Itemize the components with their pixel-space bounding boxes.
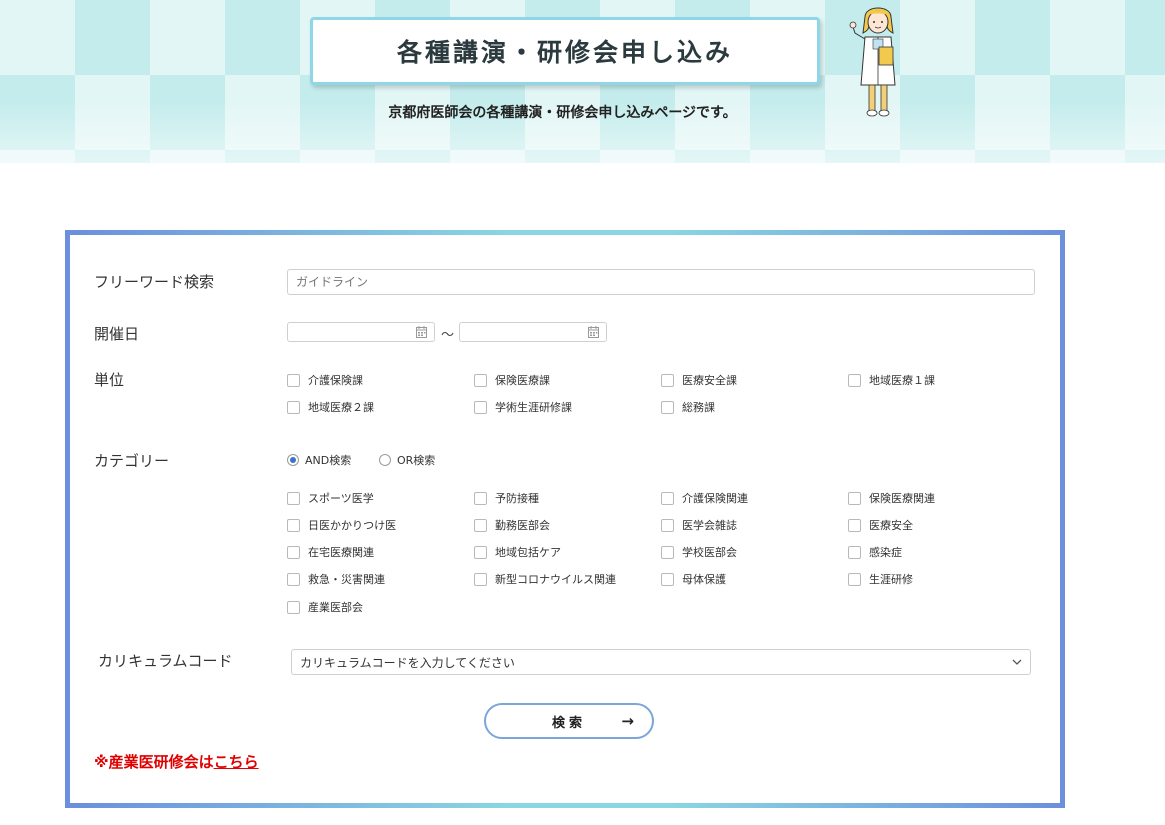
checkbox-box[interactable] (848, 545, 861, 559)
freeword-search-input[interactable] (287, 269, 1035, 295)
category-checkbox[interactable]: 学校医部会 (661, 544, 737, 560)
checkbox-box[interactable] (474, 518, 487, 532)
checkbox-box[interactable] (287, 572, 300, 586)
checkbox-box[interactable] (661, 545, 674, 559)
category-checkbox[interactable]: 感染症 (848, 544, 902, 560)
checkbox-box[interactable] (661, 572, 674, 586)
category-checkbox[interactable]: 生涯研修 (848, 571, 913, 587)
unit-checkbox[interactable]: 総務課 (661, 399, 715, 415)
date-to-input[interactable] (459, 322, 607, 342)
search-button-label: 検索 (551, 715, 586, 731)
freeword-label: フリーワード検索 (94, 273, 215, 291)
arrow-right-icon: → (621, 712, 634, 730)
curriculum-label: カリキュラムコード (98, 652, 233, 670)
calendar-icon[interactable] (416, 326, 427, 338)
and-search-radio[interactable]: AND検索 (287, 452, 351, 468)
date-label: 開催日 (94, 325, 140, 343)
unit-checkbox[interactable]: 地域医療１課 (848, 372, 935, 388)
checkbox-box[interactable] (474, 400, 487, 414)
search-form-frame: フリーワード検索 開催日 〜 (65, 230, 1065, 808)
page-subtitle: 京都府医師会の各種講演・研修会申し込みページです。 (388, 105, 737, 121)
chevron-down-icon (1012, 659, 1022, 665)
category-checkbox[interactable]: 産業医部会 (287, 599, 363, 615)
unit-checkbox[interactable]: 介護保険課 (287, 372, 363, 388)
date-separator: 〜 (441, 328, 455, 343)
checkbox-box[interactable] (474, 545, 487, 559)
checkbox-box[interactable] (287, 518, 300, 532)
checkbox-box[interactable] (287, 400, 300, 414)
category-checkbox[interactable]: 在宅医療関連 (287, 544, 374, 560)
checkbox-box[interactable] (661, 518, 674, 532)
checkbox-box[interactable] (474, 572, 487, 586)
unit-checkbox[interactable]: 医療安全課 (661, 372, 737, 388)
checkbox-box[interactable] (848, 373, 861, 387)
category-checkbox[interactable]: 新型コロナウイルス関連 (474, 571, 616, 587)
checkbox-box[interactable] (287, 600, 300, 614)
date-from-input[interactable] (287, 322, 435, 342)
checkbox-box[interactable] (848, 491, 861, 505)
page-title: 各種講演・研修会申し込み (310, 17, 820, 85)
category-checkbox[interactable]: 地域包括ケア (474, 544, 561, 560)
unit-label: 単位 (94, 371, 125, 389)
calendar-icon[interactable] (588, 326, 599, 338)
checkbox-box[interactable] (848, 518, 861, 532)
curriculum-code-select[interactable]: カリキュラムコードを入力してください (291, 649, 1031, 675)
checkbox-box[interactable] (661, 400, 674, 414)
checkbox-box[interactable] (661, 491, 674, 505)
checkbox-box[interactable] (287, 545, 300, 559)
unit-checkbox[interactable]: 学術生涯研修課 (474, 399, 572, 415)
industrial-physician-link[interactable]: こちら (214, 753, 259, 771)
radio-unselected[interactable] (379, 454, 391, 466)
or-search-radio[interactable]: OR検索 (379, 452, 435, 468)
doctor-mascot-illustration (849, 7, 896, 117)
checkbox-box[interactable] (848, 572, 861, 586)
unit-checkbox[interactable]: 地域医療２課 (287, 399, 374, 415)
category-checkbox[interactable]: 医療安全 (848, 517, 913, 533)
checkbox-box[interactable] (474, 491, 487, 505)
checkbox-box[interactable] (287, 373, 300, 387)
category-checkbox[interactable]: 日医かかりつけ医 (287, 517, 396, 533)
category-checkbox[interactable]: 勤務医部会 (474, 517, 550, 533)
industrial-physician-note: ※産業医研修会はこちら (94, 753, 259, 771)
search-form: フリーワード検索 開催日 〜 (70, 235, 1060, 803)
category-checkbox[interactable]: 母体保護 (661, 571, 726, 587)
category-checkbox[interactable]: 予防接種 (474, 490, 539, 506)
category-checkbox[interactable]: スポーツ医学 (287, 490, 374, 506)
category-checkbox[interactable]: 介護保険関連 (661, 490, 748, 506)
category-checkbox[interactable]: 保険医療関連 (848, 490, 935, 506)
unit-checkbox[interactable]: 保険医療課 (474, 372, 550, 388)
category-checkbox[interactable]: 救急・災害関連 (287, 571, 385, 587)
category-checkbox[interactable]: 医学会雑誌 (661, 517, 737, 533)
radio-selected[interactable] (287, 454, 299, 466)
curriculum-placeholder: カリキュラムコードを入力してください (300, 655, 515, 670)
checkbox-box[interactable] (474, 373, 487, 387)
category-label: カテゴリー (94, 452, 170, 470)
checkbox-box[interactable] (661, 373, 674, 387)
checkbox-box[interactable] (287, 491, 300, 505)
search-button[interactable]: 検索 → (484, 703, 654, 739)
